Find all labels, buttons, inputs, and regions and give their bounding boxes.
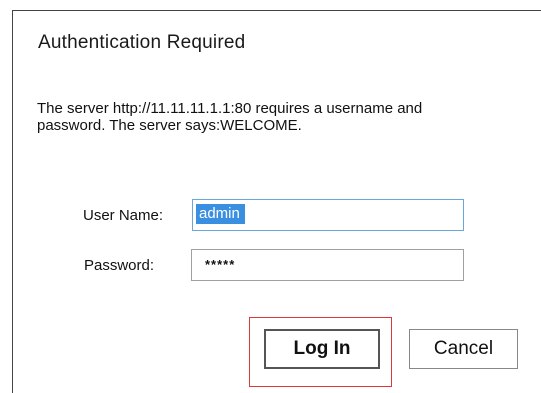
username-value: admin [196,204,245,224]
password-value: ***** [205,257,236,272]
username-label: User Name: [83,207,164,224]
dialog-title: Authentication Required [38,32,246,53]
dialog-message: The server http://11.11.11.1.1:80 requir… [37,100,537,134]
username-input[interactable]: admin [192,199,464,231]
password-input[interactable]: ***** [191,249,464,281]
cancel-button[interactable]: Cancel [409,329,518,369]
authentication-dialog: Authentication Required The server http:… [12,10,541,393]
login-button[interactable]: Log In [264,329,380,369]
password-label: Password: [84,257,155,274]
dialog-message-line-2: password. The server says:WELCOME. [37,117,302,134]
dialog-message-line-1: The server http://11.11.11.1.1:80 requir… [37,100,423,117]
